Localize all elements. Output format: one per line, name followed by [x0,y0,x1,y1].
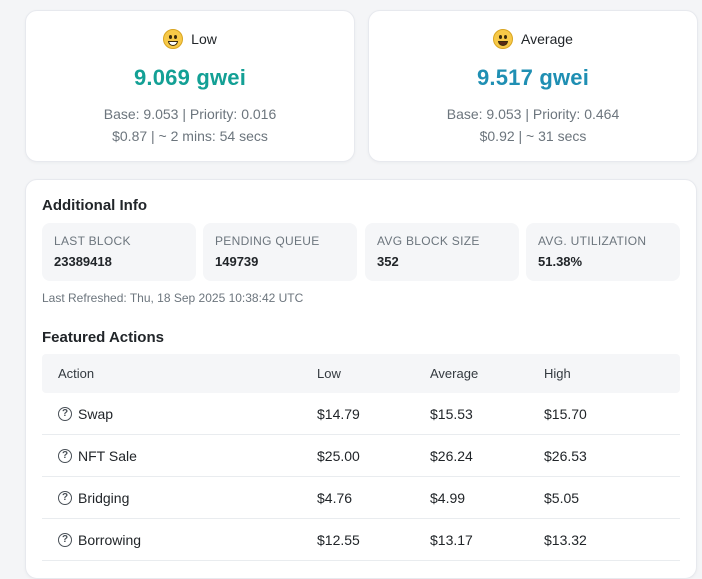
stat-label: LAST BLOCK [54,234,131,248]
table-row: ? Borrowing $12.55 $13.17 $13.32 [42,519,680,561]
gas-card-low: Low 9.069 gwei Base: 9.053 | Priority: 0… [25,10,355,162]
smiling-face-icon [493,29,514,49]
cell-high: $26.53 [544,447,587,464]
stat-value: 149739 [215,254,259,269]
gas-header-low: Low [26,27,354,51]
help-icon[interactable]: ? [58,448,72,463]
cell-average: $26.24 [430,447,473,464]
action-name: NFT Sale [78,447,137,464]
stat-value: 23389418 [54,254,112,269]
header-high: High [544,366,571,381]
header-action: Action [58,366,95,381]
stat-value: 51.38% [538,254,583,269]
action-name: Swap [78,405,114,422]
stat-label: AVG BLOCK SIZE [377,234,480,248]
featured-actions-table: Action Low Average High ? Swap $14.79 $15… [42,354,680,561]
gas-cost-time-low: $0.87 | ~ 2 mins: 54 secs [112,128,268,144]
gas-header-average: Average [369,27,697,51]
gas-card-average: Average 9.517 gwei Base: 9.053 | Priorit… [368,10,698,162]
action-name: Bridging [78,489,130,506]
cell-high: $13.32 [544,531,587,548]
additional-info-title: Additional Info [42,197,147,214]
cell-high: $5.05 [544,489,580,506]
stat-label: PENDING QUEUE [215,234,320,248]
stat-label: AVG. UTILIZATION [538,234,647,248]
cell-low: $14.79 [317,405,360,422]
featured-actions-title: Featured Actions [42,329,164,346]
gas-base-priority-low: Base: 9.053 | Priority: 0.016 [103,106,277,122]
cell-high: $15.70 [544,405,587,422]
gas-cost-time-average: $0.92 | ~ 31 secs [479,128,587,144]
stat-pending-queue: PENDING QUEUE 149739 [203,223,357,281]
table-row: ? Bridging $4.76 $4.99 $5.05 [42,477,680,519]
help-icon[interactable]: ? [58,532,72,547]
cell-average: $13.17 [430,531,473,548]
stat-last-block: LAST BLOCK 23389418 [42,223,196,281]
header-average: Average [430,366,479,381]
gas-value-average: 9.517 gwei [476,65,590,90]
stat-avg-utilization: AVG. UTILIZATION 51.38% [526,223,680,281]
cell-low: $4.76 [317,489,353,506]
grinning-face-icon [163,29,184,49]
help-icon[interactable]: ? [58,490,72,505]
gas-value-low: 9.069 gwei [133,65,247,90]
additional-info-card: Additional Info LAST BLOCK 23389418 PEND… [25,179,697,579]
action-name: Borrowing [78,531,142,548]
table-header: Action Low Average High [42,354,680,393]
gas-base-priority-average: Base: 9.053 | Priority: 0.464 [446,106,620,122]
cell-low: $12.55 [317,531,360,548]
last-refreshed-text: Last Refreshed: Thu, 18 Sep 2025 10:38:4… [42,291,304,305]
cell-average: $4.99 [430,489,466,506]
gas-label-low: Low [191,31,217,47]
table-row: ? NFT Sale $25.00 $26.24 $26.53 [42,435,680,477]
stat-value: 352 [377,254,399,269]
cell-low: $25.00 [317,447,360,464]
header-low: Low [317,366,341,381]
cell-average: $15.53 [430,405,473,422]
table-row: ? Swap $14.79 $15.53 $15.70 [42,393,680,435]
gas-label-average: Average [521,31,573,47]
stat-avg-block-size: AVG BLOCK SIZE 352 [365,223,519,281]
help-icon[interactable]: ? [58,406,72,421]
